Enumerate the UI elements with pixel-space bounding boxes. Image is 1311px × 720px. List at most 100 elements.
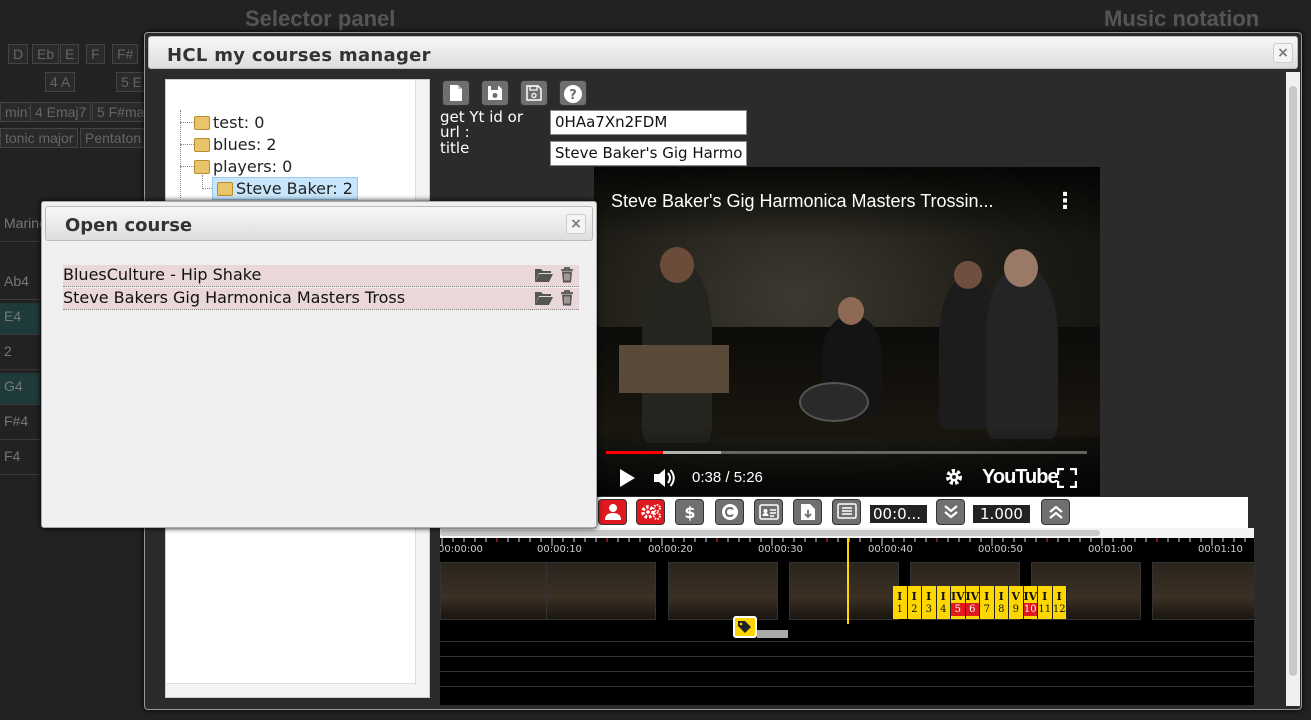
close-button[interactable]: × [1273,43,1293,63]
fullscreen-icon[interactable] [1057,468,1077,488]
open-course-close-button[interactable]: × [566,214,586,234]
player-toolbar: $ 00:0... 1.000 [596,497,1248,528]
bg-note-fsharp[interactable]: F# [112,44,139,64]
chord-marker-cell[interactable]: I7 [980,586,995,619]
chord-marker-cell[interactable]: I2 [908,586,922,619]
youtube-player[interactable]: Steve Baker's Gig Harmonica Masters Tros… [594,167,1100,496]
list-button[interactable] [832,499,861,525]
chord-label: I [1042,590,1048,603]
bg-side-label: F#4 [0,408,40,440]
chord-marker-cell[interactable]: IV 10 [1023,586,1038,619]
tree-node-steve-baker[interactable]: Steve Baker: 2 [212,177,358,200]
chord-marker-bar[interactable]: I 1 I 2 I 3 I 4 IV 5 IV 6 I 7 I 8 V 9 IV 10 I 11 I 12 [893,586,1067,619]
tick-label: 00:00:30 [758,544,803,555]
trash-icon[interactable] [559,290,575,306]
save-button[interactable] [481,80,509,106]
speed-down-button[interactable] [936,499,965,525]
id-card-button[interactable] [754,499,783,525]
bg-note-f[interactable]: F [86,44,105,64]
volume-icon[interactable] [652,467,676,489]
chord-marker-cell[interactable]: I8 [995,586,1009,619]
main-vscrollbar[interactable] [1286,72,1300,706]
bg-note-d[interactable]: D [8,44,29,64]
chord-marker-cell[interactable]: I4 [937,586,951,619]
tick-label: 00:01:10 [1198,544,1243,555]
chord-marker-cell[interactable]: IV 6 [965,586,980,619]
chord-marker-cell[interactable]: V9 [1009,586,1024,619]
bg-chord-2[interactable]: 4 Emaj7 [30,102,92,122]
timeline-panel[interactable]: 00:00:00 00:00:10 00:00:20 00:00:30 00:0… [440,528,1254,705]
speed-up-button[interactable] [1041,499,1070,525]
main-vscroll-thumb[interactable] [1289,86,1297,676]
bar-number: 12 [1052,604,1066,615]
youtube-logo[interactable]: YouTube [982,466,1059,489]
dollar-button[interactable]: $ [675,499,704,525]
course-name[interactable]: Steve Bakers Gig Harmonica Masters Tross [63,288,405,307]
title-input[interactable]: Steve Baker's Gig Harmo [550,141,747,166]
trash-icon[interactable] [559,267,575,283]
video-thumbnail [546,562,656,620]
tree-hscrollbar[interactable] [166,683,429,697]
speed-value[interactable]: 1.000 [973,505,1030,523]
chord-marker-cell[interactable]: I 11 [1038,586,1053,619]
more-options-icon[interactable]: ⋮ [1054,189,1076,214]
course-list-item[interactable]: BluesCulture - Hip Shake [63,265,579,287]
video-time: 0:38 / 5:26 [692,469,763,486]
performer-2-head [838,297,864,325]
bg-scale-1[interactable]: tonic major [0,128,79,148]
performer-4 [986,269,1058,439]
chord-label: IV [965,590,980,603]
dialog-titlebar[interactable]: HCL my courses manager × [148,36,1298,69]
settings-gear-icon[interactable] [944,467,964,487]
tree-node-test[interactable]: test: 0 [194,113,264,132]
video-thumbnail [789,562,899,620]
chord-label: V [1011,590,1021,603]
open-course-titlebar[interactable]: Open course × [45,206,593,241]
list-icon [836,503,857,519]
play-icon[interactable] [618,468,636,488]
chord-marker-cell[interactable]: IV 5 [951,586,966,619]
bg-side-label: F4 [0,443,40,475]
tree-node-players[interactable]: players: 0 [194,157,292,176]
settings-button[interactable] [636,499,665,525]
bg-note-eb[interactable]: Eb [32,44,60,64]
bar-number: 8 [998,604,1005,615]
bar-number: 10 [1023,603,1037,616]
timeline-scroll-thumb[interactable] [440,530,1100,536]
performer-4-head [1004,249,1038,287]
folder-icon [194,160,210,174]
bg-mode-4a[interactable]: 4 A [45,72,76,92]
copyright-button[interactable] [715,499,744,525]
open-course-title: Open course [65,215,193,236]
folder-open-icon[interactable] [534,267,554,283]
folder-open-icon[interactable] [534,290,554,306]
bg-scale-2[interactable]: Pentaton [80,128,147,148]
course-name[interactable]: BluesCulture - Hip Shake [63,265,261,284]
settings-icon [640,504,661,520]
yt-id-input[interactable]: 0HAa7Xn2FDM [550,110,747,135]
video-progress-bar[interactable] [606,451,1087,454]
chord-label: I [911,590,917,603]
chord-label: I [897,590,903,603]
download-button[interactable] [793,499,822,525]
tree-node-blues[interactable]: blues: 2 [194,135,277,154]
playhead[interactable] [847,538,849,624]
new-course-button[interactable] [442,80,470,106]
video-title[interactable]: Steve Baker's Gig Harmonica Masters Tros… [611,191,994,212]
tree-node-label: blues: 2 [213,135,277,154]
save-as-button[interactable] [520,80,548,106]
tree-line [180,166,194,167]
user-button[interactable] [598,499,627,525]
tag-marker[interactable] [733,616,757,638]
tick-label: 00:00:50 [978,544,1023,555]
chord-marker-cell[interactable]: I3 [922,586,937,619]
bg-note-e[interactable]: E [60,44,80,64]
course-list-item[interactable]: Steve Bakers Gig Harmonica Masters Tross [63,288,579,310]
tick-label: 00:01:00 [1088,544,1133,555]
time-value[interactable]: 00:0... [870,505,927,523]
bg-mode-5e[interactable]: 5 E [116,72,148,92]
chord-marker-cell[interactable]: I 12 [1052,586,1067,619]
help-button[interactable]: ? [559,80,587,106]
chord-marker-cell[interactable]: I1 [893,586,908,619]
bg-chord-3[interactable]: 5 F#ma [92,102,150,122]
